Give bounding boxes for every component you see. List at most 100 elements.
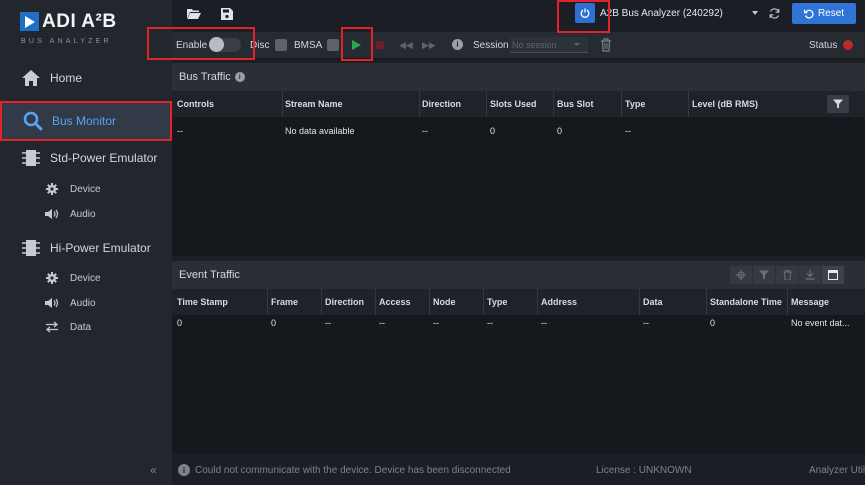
refresh-icon[interactable] [768, 7, 780, 19]
enable-toggle[interactable] [209, 37, 241, 52]
save-icon[interactable] [219, 6, 235, 22]
column-header[interactable]: Level (dB RMS) [692, 99, 758, 109]
sidebar-subitem-label: Data [70, 321, 92, 333]
filter-button[interactable] [827, 95, 849, 113]
skip-forward-icon[interactable]: ▶▶ [422, 40, 436, 51]
table-cell: 0 [710, 318, 716, 328]
logo: ADI A²B BUS ANALYZER [20, 10, 160, 50]
sidebar-item-std-power-emulator[interactable]: Std-Power Emulator [0, 143, 172, 173]
table-cell: -- [487, 318, 493, 328]
column-header[interactable]: Access [379, 297, 411, 307]
device-select[interactable]: A2B Bus Analyzer (240292) [600, 3, 760, 23]
chevron-down-icon [574, 43, 580, 46]
panel-title: Bus Traffic [179, 71, 231, 83]
table-cell: -- [379, 318, 385, 328]
column-header[interactable]: Node [433, 297, 456, 307]
table-row[interactable]: 0 0 -- -- -- -- -- -- 0 No event dat... [172, 315, 865, 331]
sidebar-subitem-hi-data[interactable]: Data [0, 316, 172, 338]
trash-icon[interactable] [600, 38, 612, 52]
column-header[interactable]: Message [791, 297, 829, 307]
sidebar-subitem-label: Device [70, 183, 101, 195]
stop-icon[interactable] [376, 41, 384, 49]
table-cell: 0 [490, 126, 496, 136]
table-cell: No data available [285, 126, 355, 136]
table-header: Controls Stream Name Direction Slots Use… [172, 91, 865, 117]
sidebar-subitem-label: Audio [70, 208, 96, 220]
bmsa-checkbox[interactable] [327, 39, 339, 51]
top-bar: A2B Bus Analyzer (240292) Reset [172, 0, 865, 30]
power-button[interactable] [575, 3, 595, 23]
disc-checkbox[interactable] [275, 39, 287, 51]
sidebar-subitem-std-audio[interactable]: Audio [0, 203, 172, 225]
sidebar-item-home[interactable]: Home [0, 63, 172, 93]
column-header[interactable]: Stream Name [285, 99, 343, 109]
sidebar-subitem-hi-audio[interactable]: Audio [0, 292, 172, 314]
column-header[interactable]: Address [541, 297, 577, 307]
panel-header: Event Traffic [172, 261, 865, 289]
reset-button-label: Reset [817, 8, 845, 19]
adi-logo-icon [20, 12, 39, 31]
status-label: Status [809, 40, 838, 51]
speaker-icon [44, 207, 60, 221]
home-icon [20, 67, 42, 89]
column-header[interactable]: Frame [271, 297, 298, 307]
capture-toolbar: Enable Disc BMSA ◀◀ ▶▶ i Session No sess… [172, 32, 865, 59]
column-header[interactable]: Direction [325, 297, 364, 307]
sidebar-item-label: Home [50, 71, 83, 85]
bus-traffic-panel: Bus Traffic i Controls Stream Name Direc… [172, 63, 865, 256]
skip-back-icon[interactable]: ◀◀ [399, 40, 413, 51]
table-cell: -- [422, 126, 428, 136]
logo-subtitle: BUS ANALYZER [21, 38, 112, 45]
filter-icon [833, 99, 843, 109]
collapse-sidebar-icon[interactable]: « [150, 463, 157, 477]
status-bar: « i Could not communicate with the devic… [140, 458, 865, 485]
column-header[interactable]: Slots Used [490, 99, 537, 109]
event-traffic-panel: Event Traffic Time Stamp Frame Direction [172, 261, 865, 454]
column-header[interactable]: Standalone Time [710, 297, 782, 307]
table-cell: -- [177, 126, 183, 136]
disc-label: Disc [250, 40, 270, 51]
column-header[interactable]: Data [643, 297, 663, 307]
folder-open-icon[interactable] [186, 6, 202, 22]
column-header[interactable]: Bus Slot [557, 99, 594, 109]
maximize-icon[interactable] [822, 266, 844, 284]
session-select[interactable]: No session [510, 37, 588, 53]
column-header[interactable]: Type [625, 99, 645, 109]
sidebar-item-hi-power-emulator[interactable]: Hi-Power Emulator [0, 233, 172, 263]
session-label: Session [473, 40, 509, 51]
column-header[interactable]: Direction [422, 99, 461, 109]
download-icon[interactable] [799, 266, 821, 284]
play-icon[interactable] [352, 40, 361, 50]
table-header: Time Stamp Frame Direction Access Node T… [172, 289, 865, 315]
arrows-icon [44, 320, 60, 334]
chip-icon [20, 147, 42, 169]
table-cell: No event dat... [791, 318, 850, 328]
status-message: Could not communicate with the device. D… [195, 465, 511, 476]
target-icon[interactable] [730, 266, 752, 284]
info-icon: i [452, 39, 463, 50]
filter-icon[interactable] [753, 266, 775, 284]
sidebar-subitem-hi-device[interactable]: Device [0, 267, 172, 289]
info-icon: i [234, 72, 245, 82]
table-row[interactable]: -- No data available -- 0 0 -- [172, 119, 865, 143]
column-header[interactable]: Time Stamp [177, 297, 228, 307]
sidebar: ADI A²B BUS ANALYZER Home Bus Monitor St… [0, 0, 172, 485]
session-select-value: No session [512, 39, 557, 50]
trash-icon[interactable] [776, 266, 798, 284]
undo-icon [803, 9, 814, 19]
sidebar-item-label: Hi-Power Emulator [50, 241, 151, 255]
status-indicator [843, 40, 853, 50]
table-cell: -- [541, 318, 547, 328]
panel-header: Bus Traffic i [172, 63, 865, 91]
analyzer-util-text: Analyzer Util [809, 465, 865, 476]
column-header[interactable]: Type [487, 297, 507, 307]
reset-button[interactable]: Reset [792, 3, 856, 24]
sidebar-subitem-std-device[interactable]: Device [0, 178, 172, 200]
info-icon: i [178, 464, 190, 476]
table-cell: -- [625, 126, 631, 136]
column-header[interactable]: Controls [177, 99, 214, 109]
sidebar-item-bus-monitor[interactable]: Bus Monitor [0, 101, 172, 141]
table-cell: 0 [271, 318, 277, 328]
event-toolbar [730, 266, 844, 284]
gear-icon [44, 271, 60, 285]
